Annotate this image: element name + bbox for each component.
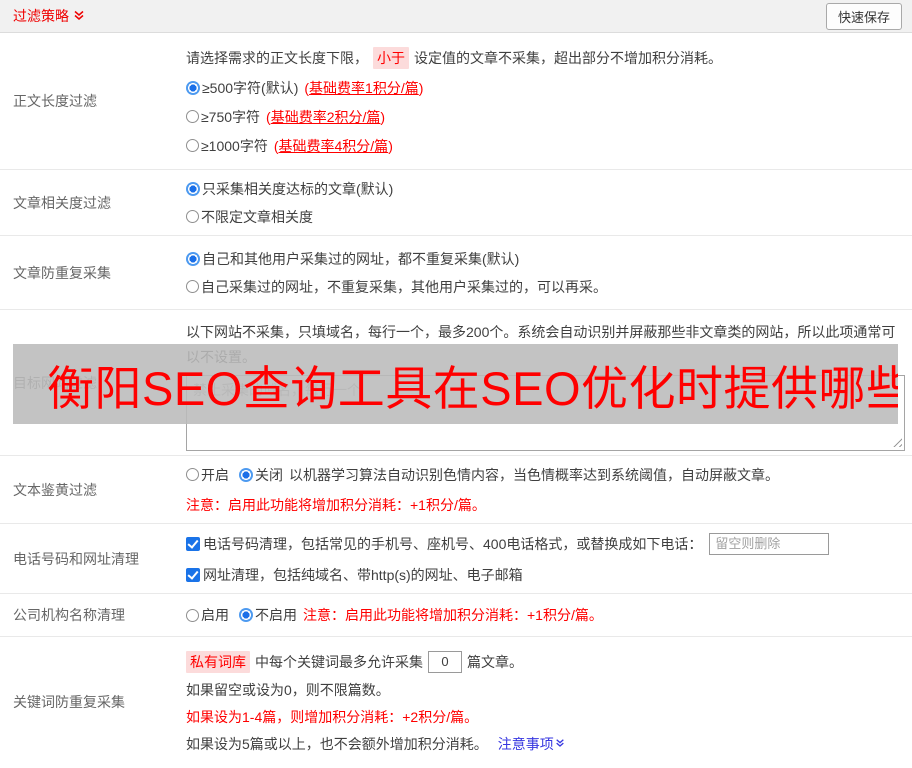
radio-label: 不限定文章相关度	[201, 208, 313, 225]
row-label: 文章防重复采集	[13, 264, 111, 281]
intro-pre: 请选择需求的正文长度下限，	[186, 49, 368, 66]
row-article-dedup: 文章防重复采集 自己和其他用户采集过的网址，都不重复采集(默认) 自己采集过的网…	[0, 236, 912, 310]
row-label: 公司机构名称清理	[13, 607, 125, 623]
radio-company-on[interactable]: 启用	[186, 605, 229, 625]
radio-icon[interactable]	[186, 251, 200, 266]
radio-length-500[interactable]: ≥500字符(默认)	[186, 78, 298, 98]
radio-dedup-self-only[interactable]: 自己采集过的网址，不重复采集，其他用户采集过的，可以再采。	[186, 277, 904, 297]
intro-post: 设定值的文章不采集，超出部分不增加积分消耗。	[414, 49, 722, 66]
radio-relevance-strict[interactable]: 只采集相关度达标的文章(默认)	[186, 179, 904, 199]
radio-relevance-any[interactable]: 不限定文章相关度	[186, 207, 904, 227]
less-than-badge: 小于	[373, 46, 409, 69]
radio-company-off[interactable]: 不启用	[239, 605, 297, 625]
topbar: 过滤策略 快速保存	[0, 0, 912, 33]
keyword-note-five: 如果设为5篇或以上，也不会额外增加积分消耗。	[186, 735, 488, 752]
radio-icon[interactable]	[186, 110, 199, 123]
radio-label: 自己和其他用户采集过的网址，都不重复采集(默认)	[202, 250, 520, 267]
radio-label: 启用	[201, 607, 229, 623]
radio-label: ≥1000字符	[201, 137, 268, 154]
notice-link[interactable]: 注意事项	[498, 734, 565, 754]
company-clean-note: 注意：启用此功能将增加积分消耗：+1积分/篇。	[303, 607, 603, 623]
double-chevron-down-icon	[73, 10, 85, 22]
radio-porn-on[interactable]: 开启	[186, 465, 229, 485]
radio-icon[interactable]	[239, 467, 253, 482]
radio-label: ≥500字符(默认)	[202, 79, 299, 96]
radio-icon[interactable]	[186, 181, 200, 196]
private-thesaurus-badge[interactable]: 私有词库	[186, 650, 250, 673]
row-label: 文本鉴黄过滤	[13, 481, 97, 498]
row-label: 电话号码和网址清理	[13, 550, 139, 567]
radio-icon[interactable]	[186, 280, 199, 293]
row-content-length-filter: 正文长度过滤 请选择需求的正文长度下限， 小于 设定值的文章不采集，超出部分不增…	[0, 33, 912, 170]
keyword-note-zero: 如果留空或设为0，则不限篇数。	[186, 681, 390, 698]
checkbox-url-clean[interactable]: 网址清理，包括纯域名、带http(s)的网址、电子邮箱	[186, 565, 523, 585]
radio-icon[interactable]	[186, 210, 199, 223]
content-length-intro: 请选择需求的正文长度下限， 小于 设定值的文章不采集，超出部分不增加积分消耗。	[186, 46, 904, 69]
row-porn-filter: 文本鉴黄过滤 开启 关闭 以机器学习算法自动识别色情内容，当色情概率达到系统阈值…	[0, 456, 912, 524]
row-label: 关键词防重复采集	[13, 694, 125, 710]
radio-length-750[interactable]: ≥750字符	[186, 107, 260, 127]
radio-dedup-all-users[interactable]: 自己和其他用户采集过的网址，都不重复采集(默认)	[186, 249, 904, 269]
quick-save-button[interactable]: 快速保存	[825, 2, 902, 30]
radio-label: 自己采集过的网址，不重复采集，其他用户采集过的，可以再采。	[201, 278, 607, 295]
radio-icon[interactable]	[186, 468, 199, 481]
radio-label: ≥750字符	[201, 108, 261, 125]
keyword-count-input[interactable]	[428, 650, 462, 673]
checkbox-checked-icon[interactable]	[186, 567, 200, 582]
radio-length-1000[interactable]: ≥1000字符	[186, 136, 268, 156]
row-relevance-filter: 文章相关度过滤 只采集相关度达标的文章(默认) 不限定文章相关度	[0, 170, 912, 236]
radio-icon[interactable]	[239, 608, 253, 622]
row-label: 正文长度过滤	[13, 93, 97, 109]
radio-icon[interactable]	[186, 139, 199, 152]
radio-icon[interactable]	[186, 80, 200, 95]
row-phone-url-clean: 电话号码和网址清理 电话号码清理，包括常见的手机号、座机号、400电话格式，或替…	[0, 524, 912, 594]
page-title-label: 过滤策略	[13, 8, 69, 24]
notice-link-label: 注意事项	[497, 735, 554, 752]
fee-note: (基础费率2积分/篇)	[266, 108, 386, 125]
radio-label: 不启用	[255, 607, 297, 623]
checkbox-phone-clean[interactable]: 电话号码清理，包括常见的手机号、座机号、400电话格式，或替换成如下电话：	[186, 534, 702, 554]
row-label: 文章相关度过滤	[13, 194, 111, 211]
row-company-clean: 公司机构名称清理 启用 不启用 注意：启用此功能将增加积分消耗：+1积分/篇。	[0, 594, 912, 637]
radio-label: 只采集相关度达标的文章(默认)	[202, 180, 394, 197]
page-title[interactable]: 过滤策略	[13, 6, 85, 26]
radio-label: 开启	[201, 466, 229, 483]
radio-porn-off[interactable]: 关闭	[239, 465, 283, 485]
keyword-limit-text: 中每个关键词最多允许采集	[255, 653, 423, 670]
radio-icon[interactable]	[186, 608, 199, 622]
watermark-text: 衡阳SEO查询工具在SEO优化时提供哪些帮	[47, 361, 898, 415]
fee-note: (基础费率1积分/篇)	[304, 79, 424, 96]
porn-filter-desc: 以机器学习算法自动识别色情内容，当色情概率达到系统阈值，自动屏蔽文章。	[289, 466, 779, 483]
checkbox-label: 电话号码清理，包括常见的手机号、座机号、400电话格式，或替换成如下电话：	[203, 535, 703, 552]
porn-filter-note: 注意：启用此功能将增加积分消耗：+1积分/篇。	[186, 496, 486, 513]
watermark-overlay: 衡阳SEO查询工具在SEO优化时提供哪些帮	[13, 344, 898, 424]
keyword-limit-unit: 篇文章。	[467, 653, 523, 670]
radio-label: 关闭	[255, 466, 283, 483]
checkbox-label: 网址清理，包括纯域名、带http(s)的网址、电子邮箱	[203, 566, 523, 583]
row-keyword-dedup: 关键词防重复采集 私有词库 中每个关键词最多允许采集 篇文章。 如果留空或设为0…	[0, 637, 912, 767]
double-chevron-down-icon	[555, 738, 565, 749]
checkbox-checked-icon[interactable]	[186, 536, 200, 551]
replacement-phone-input[interactable]	[709, 532, 830, 555]
keyword-note-fee: 如果设为1-4篇，则增加积分消耗：+2积分/篇。	[186, 708, 479, 725]
fee-note: (基础费率4积分/篇)	[273, 137, 393, 154]
